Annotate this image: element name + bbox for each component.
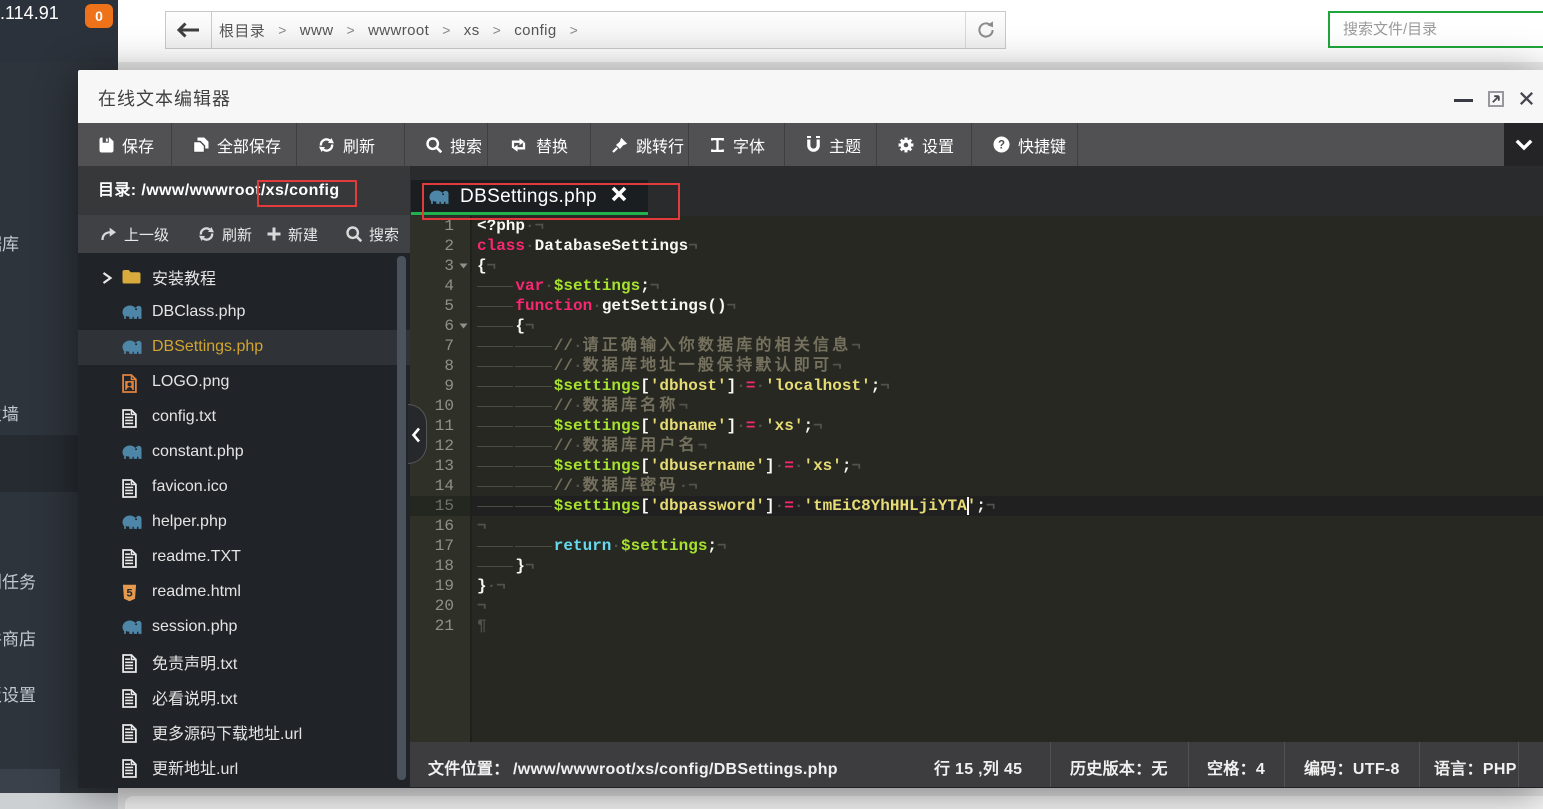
svg-text:5: 5: [126, 588, 132, 600]
svg-text:?: ?: [998, 139, 1005, 151]
